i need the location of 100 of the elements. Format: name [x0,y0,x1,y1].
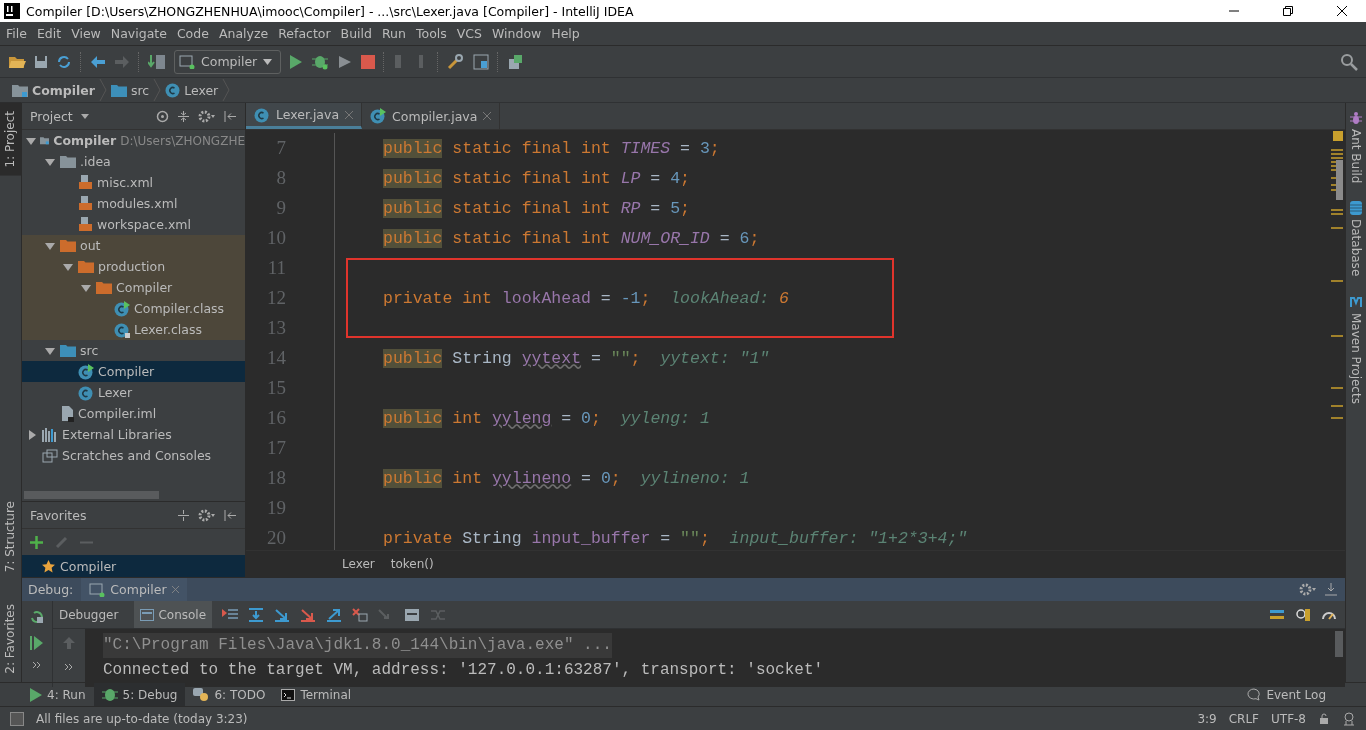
menu-item[interactable]: Refactor [274,26,337,41]
settings-icon[interactable] [1299,583,1317,596]
save-icon[interactable] [34,54,48,69]
locate-icon[interactable] [156,109,169,123]
expand-arrow-icon[interactable] [63,261,73,272]
search-icon[interactable] [1340,52,1358,71]
tool-window-tab[interactable]: Terminal [273,683,360,706]
expand-arrow-icon[interactable] [45,345,55,356]
project-structure-icon[interactable] [473,53,490,70]
tool-window-tab[interactable]: 2: Favorites [0,596,21,682]
menu-item[interactable]: Build [336,26,378,41]
tool-window-tab[interactable]: 4: Run [22,683,94,706]
evaluate-icon[interactable] [404,607,421,622]
tool-window-tab[interactable]: Maven Projects [1346,286,1366,414]
menu-item[interactable]: Tools [411,26,453,41]
settings-icon[interactable] [198,109,216,123]
editor-tab[interactable]: Lexer.java [246,103,363,129]
breadcrumb-item[interactable]: Lexer [161,82,223,98]
stop-icon[interactable] [361,54,376,69]
lock-icon[interactable] [1318,712,1330,725]
tree-item[interactable]: Scratches and Consoles [22,445,245,466]
expand-arrow-icon[interactable] [45,156,55,167]
scrollbar-thumb[interactable] [24,491,159,499]
tool-window-tab[interactable]: Database [1346,193,1366,287]
menu-item[interactable]: Edit [32,26,68,41]
menu-item[interactable]: Analyze [214,26,275,41]
step-out-icon[interactable] [326,607,343,622]
drop-frame-icon[interactable] [352,607,369,622]
menu-item[interactable]: VCS [452,26,488,41]
sdk-icon[interactable] [507,53,524,70]
hide-icon[interactable] [224,508,237,522]
close-icon[interactable] [1336,5,1348,17]
event-log-button[interactable]: Event Log [1247,687,1326,702]
menu-item[interactable]: Help [547,26,586,41]
menu-item[interactable]: Code [172,26,215,41]
tree-item[interactable]: modules.xml [22,193,245,214]
step-over-icon[interactable] [248,607,265,622]
menu-item[interactable]: Run [378,26,412,41]
minimize-icon[interactable] [1325,583,1337,596]
scrollbar-thumb[interactable] [1335,631,1343,657]
debug-tab[interactable]: Console [134,601,213,628]
tree-item[interactable]: Compiler.class [22,298,245,319]
tree-item[interactable]: src [22,340,245,361]
tree-item[interactable]: Compiler D:\Users\ZHONGZHE [22,130,245,151]
run-icon[interactable] [289,53,304,70]
wrench-icon[interactable] [447,53,466,70]
panel-title[interactable]: Project [30,108,89,124]
expand-arrow-icon[interactable] [26,135,36,146]
tree-item[interactable]: Compiler [22,277,245,298]
hide-icon[interactable] [224,109,237,123]
tree-item[interactable]: workspace.xml [22,214,245,235]
show-execution-point-icon[interactable] [222,607,239,622]
bug-icon[interactable] [311,53,330,70]
sync-icon[interactable] [56,53,72,70]
collapse-icon[interactable] [177,109,190,123]
expand-arrow-icon[interactable] [45,240,55,251]
line-separator-selector[interactable]: CRLF [1228,711,1259,726]
favorite-item[interactable]: Compiler [22,555,245,577]
breadcrumb-item[interactable]: src [106,82,154,98]
step-into-icon[interactable] [274,607,291,622]
build-icon[interactable] [148,53,166,70]
tool-window-tab[interactable]: 7: Structure [0,492,21,581]
tree-item[interactable]: Compiler [22,361,245,382]
tree-item[interactable]: misc.xml [22,172,245,193]
add-icon[interactable] [30,535,43,549]
debug-tab[interactable]: Debugger [53,601,125,628]
tree-item[interactable]: production [22,256,245,277]
rerun-icon[interactable] [29,609,45,625]
tree-item[interactable]: .idea [22,151,245,172]
breadcrumb-item[interactable]: token() [390,557,434,571]
tool-window-tab[interactable]: 1: Project [0,103,21,176]
menu-item[interactable]: File [2,26,33,41]
force-step-into-icon[interactable] [300,607,317,622]
collapse-icon[interactable] [177,508,190,522]
expand-arrow-icon[interactable] [27,429,37,440]
encoding-selector[interactable]: UTF-8 [1271,711,1306,726]
tree-item[interactable]: out [22,235,245,256]
tree-item[interactable]: External Libraries [22,424,245,445]
tool-windows-toggle-icon[interactable] [10,711,24,726]
debug-session-tab[interactable]: Compiler [81,578,187,601]
more-icon[interactable] [32,661,42,669]
restore-icon[interactable] [1282,5,1294,17]
menu-item[interactable]: Window [488,26,548,41]
tool-window-tab[interactable]: 5: Debug [93,683,186,706]
inspector-icon[interactable] [1342,711,1356,726]
resume-icon[interactable] [30,635,44,651]
tree-item[interactable]: Compiler.iml [22,403,245,424]
tool-window-tab[interactable]: Ant Build [1346,103,1366,194]
back-arrow-icon[interactable] [90,54,106,69]
settings-icon[interactable] [198,508,216,522]
expand-arrow-icon[interactable] [81,282,91,293]
tool-window-tab[interactable]: 6: TODO [185,683,274,706]
run-configuration-dropdown[interactable]: Compiler [174,49,282,74]
caret-position[interactable]: 3:9 [1197,711,1217,726]
tree-item[interactable]: Lexer [22,382,245,403]
menu-item[interactable]: View [67,26,107,41]
menu-item[interactable]: Navigate [106,26,173,41]
more-icon[interactable] [64,663,74,671]
editor-tab[interactable]: Compiler.java [362,103,501,129]
tree-item[interactable]: Lexer.class [22,319,245,340]
